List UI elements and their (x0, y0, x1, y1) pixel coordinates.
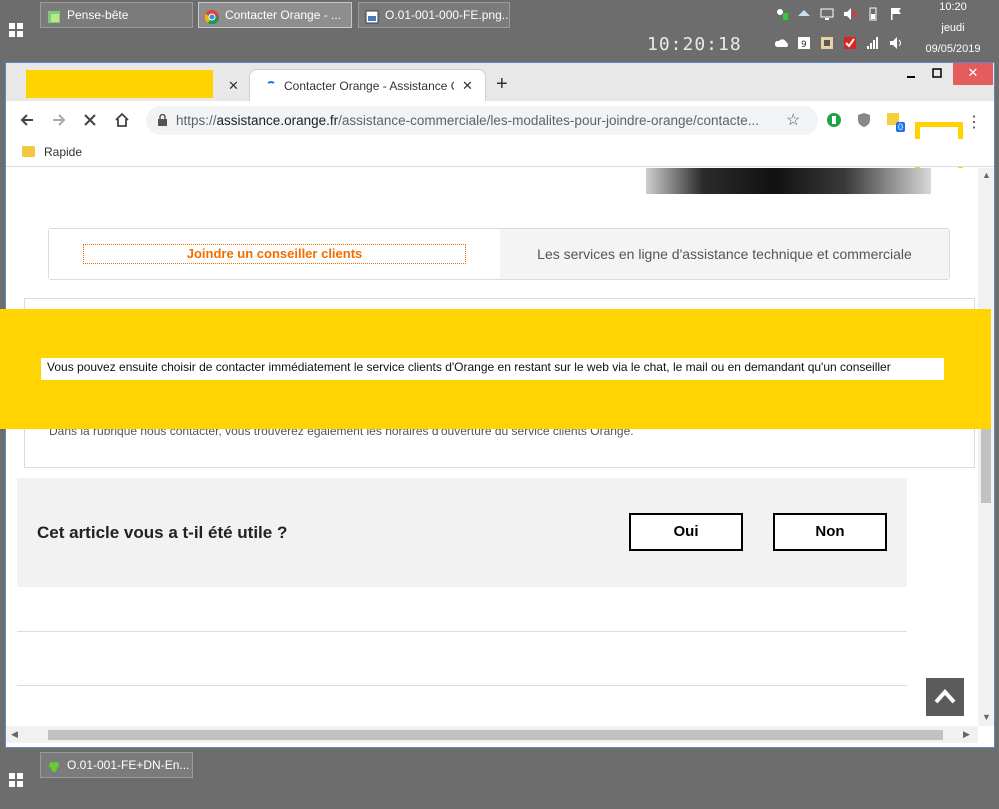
tab-strip: ✕ Contacter Orange - Assistance O ✕ + ✕ (6, 63, 994, 101)
signal-strength-icon[interactable] (866, 36, 880, 50)
tray-time[interactable]: 10:20 (918, 1, 988, 13)
vertical-scroll-thumb[interactable] (981, 418, 991, 503)
scroll-up-arrow-icon[interactable]: ▲ (982, 170, 991, 180)
yes-button[interactable]: Oui (629, 513, 743, 551)
taskbar-item-pense-bete[interactable]: Pense-bête (40, 2, 193, 28)
lock-icon (158, 114, 167, 126)
antivirus-icon[interactable] (843, 36, 857, 50)
taskbar-item-image-file[interactable]: O.01-001-000-FE.png... (358, 2, 510, 28)
divider (17, 631, 907, 632)
close-tab-icon[interactable]: ✕ (462, 78, 473, 94)
url-text[interactable]: https://assistance.orange.fr/assistance-… (176, 113, 776, 128)
taskbar-item-document[interactable]: O.01-001-FE+DN-En... (40, 752, 193, 778)
extension-badge: 0 (896, 122, 906, 132)
bookmark-star-icon[interactable]: ☆ (786, 110, 800, 130)
taskbar-item-chrome[interactable]: Contacter Orange - ... (198, 2, 352, 28)
no-button[interactable]: Non (773, 513, 887, 551)
volume-muted-icon[interactable] (843, 7, 857, 21)
speaker-icon[interactable] (889, 36, 903, 50)
address-bar[interactable]: https://assistance.orange.fr/assistance-… (146, 106, 818, 135)
windows-start-icon[interactable] (9, 23, 23, 37)
bottom-taskbar: O.01-001-FE+DN-En... (0, 749, 999, 809)
scroll-left-arrow-icon[interactable]: ◀ (11, 729, 18, 740)
battery-icon[interactable] (866, 7, 880, 21)
content-tabs: Joindre un conseiller clients Les servic… (48, 228, 950, 280)
loading-spinner-icon (266, 81, 276, 91)
bookmarks-bar: Rapide (6, 139, 994, 167)
close-tab-icon[interactable]: ✕ (228, 78, 239, 94)
tab-services-en-ligne[interactable]: Les services en ligne d'assistance techn… (500, 229, 949, 279)
folder-icon (22, 146, 35, 157)
redaction-banner: Vous pouvez ensuite choisir de contacter… (0, 309, 991, 429)
vertical-scrollbar[interactable]: ▲ ▼ (978, 168, 994, 726)
image-file-icon (365, 8, 379, 24)
sync-icon[interactable] (797, 7, 811, 21)
bookmark-rapide[interactable]: Rapide (44, 145, 82, 159)
scroll-right-arrow-icon[interactable]: ▶ (963, 729, 970, 740)
feedback-panel: Cet article vous a t-il été utile ? Oui … (17, 478, 907, 587)
flag-icon[interactable] (889, 7, 903, 21)
window-close-button[interactable]: ✕ (953, 63, 993, 85)
horizontal-scrollbar[interactable]: ◀ ▶ (6, 726, 978, 743)
shield-extension-icon[interactable] (856, 112, 872, 128)
new-tab-button[interactable]: + (496, 73, 508, 96)
network-user-icon[interactable] (775, 7, 789, 21)
tab-contacter-orange[interactable]: Contacter Orange - Assistance O ✕ (249, 69, 486, 101)
tray-date: 09/05/2019 (925, 43, 981, 55)
desktop-clock: 10:20:18 (647, 34, 742, 55)
security-shield-icon[interactable] (820, 36, 834, 50)
forward-button[interactable] (48, 109, 70, 131)
feedback-question: Cet article vous a t-il été utile ? (37, 523, 288, 542)
tray-day: jeudi (941, 22, 965, 34)
top-taskbar: Pense-bête Contacter Orange - ... O.01-0… (0, 0, 999, 60)
paragraph-contact: Vous pouvez ensuite choisir de contacter… (41, 358, 944, 380)
calendar-icon[interactable]: 9 (797, 36, 811, 50)
home-button[interactable] (111, 109, 133, 131)
page-viewport: Joindre un conseiller clients Les servic… (6, 168, 978, 726)
svg-text:9: 9 (801, 40, 807, 50)
browser-toolbar: https://assistance.orange.fr/assistance-… (6, 101, 994, 204)
monitor-icon[interactable] (820, 7, 834, 21)
back-to-top-button[interactable] (926, 678, 964, 716)
tab-joindre-conseiller[interactable]: Joindre un conseiller clients (49, 229, 500, 279)
windows-start-icon[interactable] (9, 773, 23, 787)
header-photo (646, 168, 931, 194)
extension-green-icon[interactable] (826, 112, 842, 128)
menu-kebab-icon[interactable]: ⋮ (966, 112, 982, 132)
clover-icon (47, 758, 61, 772)
horizontal-scroll-thumb[interactable] (48, 730, 943, 740)
cloud-icon[interactable] (775, 36, 789, 50)
chrome-icon (204, 8, 220, 25)
scroll-down-arrow-icon[interactable]: ▼ (982, 712, 991, 722)
back-button[interactable] (16, 109, 38, 131)
sticky-notes-icon (47, 8, 61, 23)
maximize-button[interactable] (921, 63, 953, 85)
stop-loading-button[interactable] (79, 109, 101, 131)
tab-title: Contacter Orange - Assistance O (284, 79, 454, 93)
divider (17, 685, 907, 686)
redacted-tab[interactable] (26, 70, 213, 98)
